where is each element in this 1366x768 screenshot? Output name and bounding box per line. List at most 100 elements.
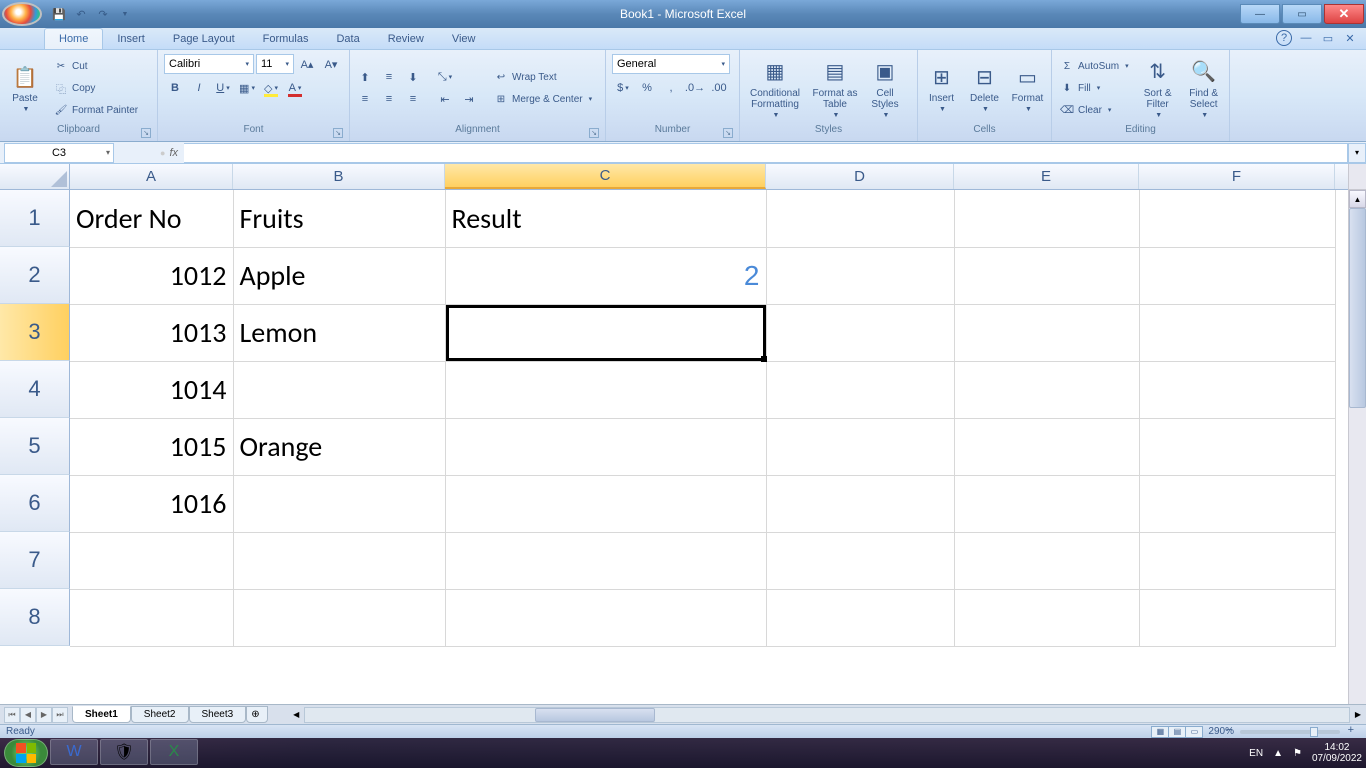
- qat-dropdown-icon[interactable]: ▼: [116, 5, 134, 23]
- taskbar-app-icon[interactable]: 🛡: [100, 739, 148, 765]
- find-select-button[interactable]: 🔍Find & Select▼: [1183, 53, 1225, 123]
- sheet-insert-tab[interactable]: ⊕: [246, 706, 268, 723]
- tray-lang[interactable]: EN: [1249, 748, 1263, 759]
- cell-f1[interactable]: [1139, 190, 1335, 247]
- cell-f5[interactable]: [1139, 418, 1335, 475]
- cell-b8[interactable]: [233, 589, 445, 646]
- decrease-indent-icon[interactable]: ⇤: [434, 89, 456, 109]
- cell-a5[interactable]: 1015: [70, 418, 233, 475]
- cell-f7[interactable]: [1139, 532, 1335, 589]
- cell-b1[interactable]: Fruits: [233, 190, 445, 247]
- col-header-f[interactable]: F: [1139, 164, 1335, 189]
- cell-a1[interactable]: Order No: [70, 190, 233, 247]
- number-format-combo[interactable]: General▾: [612, 54, 730, 74]
- copy-button[interactable]: ⿻Copy: [50, 78, 142, 98]
- cell-d2[interactable]: [766, 247, 954, 304]
- tray-chevron-icon[interactable]: ▲: [1273, 748, 1283, 759]
- cell-b6[interactable]: [233, 475, 445, 532]
- zoom-slider[interactable]: [1240, 730, 1340, 734]
- row-header-8[interactable]: 8: [0, 589, 70, 646]
- row-header-1[interactable]: 1: [0, 190, 70, 247]
- undo-icon[interactable]: ↶: [72, 5, 90, 23]
- tray-clock[interactable]: 14:02 07/09/2022: [1312, 742, 1362, 764]
- view-pagebreak-icon[interactable]: ▭: [1185, 726, 1203, 738]
- cell-a2[interactable]: 1012: [70, 247, 233, 304]
- cell-c1[interactable]: Result: [445, 190, 766, 247]
- horizontal-scrollbar[interactable]: [304, 707, 1350, 723]
- cell-a6[interactable]: 1016: [70, 475, 233, 532]
- col-header-c[interactable]: C: [445, 164, 766, 189]
- vertical-scrollbar[interactable]: ▲ ▼: [1348, 164, 1366, 724]
- grow-font-icon[interactable]: A▴: [296, 54, 318, 74]
- launcher-icon[interactable]: ↘: [723, 128, 733, 138]
- cell-e1[interactable]: [954, 190, 1139, 247]
- ribbon-restore-icon[interactable]: ▭: [1320, 30, 1336, 46]
- sheet-nav-last-icon[interactable]: ⏭: [52, 707, 68, 723]
- cell-d6[interactable]: [766, 475, 954, 532]
- col-header-b[interactable]: B: [233, 164, 445, 189]
- launcher-icon[interactable]: ↘: [333, 128, 343, 138]
- help-icon[interactable]: ?: [1276, 30, 1292, 46]
- tab-view[interactable]: View: [438, 29, 490, 49]
- cells-area[interactable]: Order No Fruits Result 1012 Apple 2: [70, 190, 1336, 647]
- cell-e5[interactable]: [954, 418, 1139, 475]
- taskbar-word-icon[interactable]: W: [50, 739, 98, 765]
- cell-b7[interactable]: [233, 532, 445, 589]
- col-header-d[interactable]: D: [766, 164, 954, 189]
- close-button[interactable]: ✕: [1324, 4, 1364, 24]
- accounting-icon[interactable]: $▾: [612, 78, 634, 98]
- cell-e7[interactable]: [954, 532, 1139, 589]
- cell-e2[interactable]: [954, 247, 1139, 304]
- cell-f2[interactable]: [1139, 247, 1335, 304]
- cell-a8[interactable]: [70, 589, 233, 646]
- insert-cells-button[interactable]: ⊞Insert▼: [922, 53, 961, 123]
- paste-button[interactable]: 📋 Paste▼: [4, 53, 46, 123]
- wrap-text-button[interactable]: ↩Wrap Text: [490, 67, 596, 87]
- taskbar-excel-icon[interactable]: X: [150, 739, 198, 765]
- sheet-tab-2[interactable]: Sheet2: [131, 706, 189, 723]
- row-header-6[interactable]: 6: [0, 475, 70, 532]
- cell-f4[interactable]: [1139, 361, 1335, 418]
- clear-button[interactable]: ⌫Clear▾: [1056, 100, 1133, 120]
- align-right-icon[interactable]: ≡: [402, 89, 424, 109]
- name-box[interactable]: C3: [4, 143, 114, 163]
- cell-e4[interactable]: [954, 361, 1139, 418]
- cancel-formula-icon[interactable]: ●: [160, 148, 165, 158]
- cell-f6[interactable]: [1139, 475, 1335, 532]
- align-top-icon[interactable]: ⬆: [354, 67, 376, 87]
- cell-c4[interactable]: [445, 361, 766, 418]
- tray-flag-icon[interactable]: ⚑: [1293, 748, 1302, 759]
- cell-b5[interactable]: Orange: [233, 418, 445, 475]
- select-all-corner[interactable]: [0, 164, 70, 189]
- align-middle-icon[interactable]: ≡: [378, 67, 400, 87]
- scroll-thumb[interactable]: [1349, 208, 1366, 408]
- cell-d7[interactable]: [766, 532, 954, 589]
- italic-button[interactable]: I: [188, 78, 210, 98]
- save-icon[interactable]: 💾: [50, 5, 68, 23]
- ribbon-close-icon[interactable]: ✕: [1342, 30, 1358, 46]
- cell-a3[interactable]: 1013: [70, 304, 233, 361]
- align-left-icon[interactable]: ≡: [354, 89, 376, 109]
- conditional-formatting-button[interactable]: ▦Conditional Formatting▼: [744, 53, 806, 123]
- view-normal-icon[interactable]: ▦: [1151, 726, 1169, 738]
- cell-styles-button[interactable]: ▣Cell Styles▼: [864, 53, 906, 123]
- col-header-e[interactable]: E: [954, 164, 1139, 189]
- sheet-nav-prev-icon[interactable]: ◀: [20, 707, 36, 723]
- launcher-icon[interactable]: ↘: [589, 128, 599, 138]
- row-header-2[interactable]: 2: [0, 247, 70, 304]
- maximize-button[interactable]: ▭: [1282, 4, 1322, 24]
- sheet-tab-1[interactable]: Sheet1: [72, 706, 131, 723]
- col-header-a[interactable]: A: [70, 164, 233, 189]
- formula-expand-icon[interactable]: ▾: [1348, 143, 1366, 163]
- cell-b4[interactable]: [233, 361, 445, 418]
- shrink-font-icon[interactable]: A▾: [320, 54, 342, 74]
- scroll-thumb-h[interactable]: [535, 708, 655, 722]
- cell-e3[interactable]: [954, 304, 1139, 361]
- cell-d8[interactable]: [766, 589, 954, 646]
- tab-review[interactable]: Review: [374, 29, 438, 49]
- percent-icon[interactable]: %: [636, 78, 658, 98]
- cell-e6[interactable]: [954, 475, 1139, 532]
- row-header-4[interactable]: 4: [0, 361, 70, 418]
- sheet-tab-3[interactable]: Sheet3: [189, 706, 247, 723]
- sort-filter-button[interactable]: ⇅Sort & Filter▼: [1137, 53, 1179, 123]
